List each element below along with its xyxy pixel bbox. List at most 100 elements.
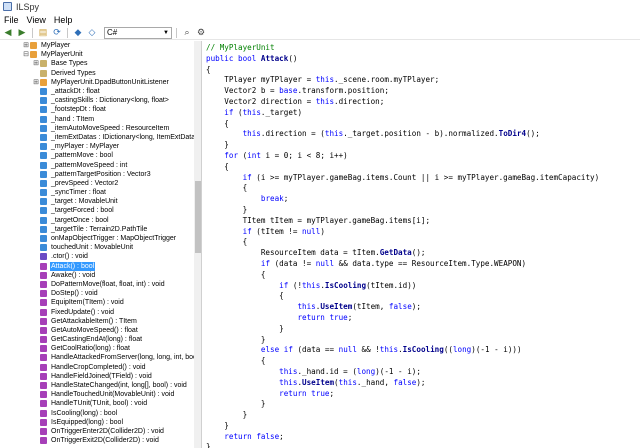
tree-item[interactable]: GetAttackableItem() : TItem (0, 317, 194, 326)
tree-item[interactable]: HandleFieldJoined(TField) : void (0, 372, 194, 381)
tree-item[interactable]: ⊞ MyPlayerUnit.DpadButtonUnitListener (0, 78, 194, 87)
tree-item[interactable]: _targetOnce : bool (0, 216, 194, 225)
tree-item[interactable]: HandleTUnit(TUnit, bool) : void (0, 399, 194, 408)
code-token: Vector2 direction = (206, 96, 316, 106)
tree-item-label: HandleStateChanged(int, long[], bool) : … (51, 382, 187, 390)
language-select[interactable]: C# ▼ (104, 26, 172, 39)
code-token: (); (411, 248, 426, 258)
code-line: { (206, 119, 640, 130)
code-token: this (324, 129, 344, 139)
code-token: ); (416, 377, 426, 387)
assembly-tree[interactable]: ⊞ MyPlayer ⊟ MyPlayerUnit ⊞ Base Types Derived… (0, 41, 202, 448)
menu-view[interactable]: View (27, 15, 46, 25)
tree-item[interactable]: onMapObjectTrigger : MapObjectTrigger (0, 234, 194, 243)
method-icon (40, 427, 47, 435)
tree-item[interactable]: _castingSkills : Dictionary<long, float> (0, 96, 194, 105)
method-icon (40, 391, 47, 399)
tree-item[interactable]: Awake() : void (0, 271, 194, 280)
tree-item[interactable]: ⊟ MyPlayerUnit (0, 50, 194, 59)
tree-item[interactable]: Derived Types (0, 69, 194, 78)
field-icon (40, 198, 47, 206)
tree-item[interactable]: _myPlayer : MyPlayer (0, 142, 194, 151)
code-line: this.direction = (this._target.position … (206, 129, 640, 140)
code-token: if (283, 345, 293, 355)
expand-icon[interactable]: ⊞ (32, 78, 40, 87)
tree-item[interactable]: OnTriggerExit2D(Collider2D) : void (0, 436, 194, 445)
menu-help[interactable]: Help (54, 15, 73, 25)
code-line: { (206, 270, 640, 281)
search-button[interactable]: ⌕ (181, 27, 193, 39)
tree-item[interactable]: _prevSpeed : Vector2 (0, 179, 194, 188)
show-private-button[interactable]: ◇ (86, 27, 98, 39)
back-button[interactable]: ◀ (2, 27, 14, 39)
tree-item-label: Derived Types (51, 69, 96, 77)
tree-item[interactable]: DoPatternMove(float, float, int) : void (0, 280, 194, 289)
forward-button[interactable]: ▶ (16, 27, 28, 39)
tree-item-label: IsCooling(long) : bool (51, 409, 118, 417)
tree-item[interactable]: HandleCropCompleted() : void (0, 363, 194, 372)
code-token: if (242, 172, 252, 182)
tree-item-label: _patternMove : bool (51, 152, 113, 160)
tree-item[interactable]: GetCoolRatio(long) : float (0, 344, 194, 353)
scrollbar-thumb[interactable] (195, 181, 201, 253)
tree-scrollbar[interactable] (194, 41, 201, 448)
tree-item[interactable]: .ctor() : void (0, 252, 194, 261)
menu-bar: File View Help (0, 13, 640, 26)
open-button[interactable]: ▤ (37, 27, 49, 39)
code-token: this (297, 302, 316, 312)
tree-item[interactable]: GetCastingEndAt(long) : float (0, 335, 194, 344)
tree-item[interactable]: GetAutoMoveSpeed() : float (0, 326, 194, 335)
tree-item[interactable]: DoStep() : void (0, 289, 194, 298)
tree-item[interactable]: OnTriggerEnter2D(Collider2D) : void (0, 427, 194, 436)
tree-item[interactable]: HandleStateChanged(int, long[], bool) : … (0, 381, 194, 390)
code-token: // MyPlayerUnit (206, 43, 275, 52)
code-token: this (338, 377, 357, 387)
tree-item[interactable]: Attack() : bool (0, 261, 194, 271)
tree-item[interactable]: _targetForced : bool (0, 206, 194, 215)
tree-item[interactable]: _patternMoveSpeed : int (0, 160, 194, 169)
tree-item[interactable]: ⊞ Base Types (0, 59, 194, 68)
reload-button[interactable]: ⟳ (51, 27, 63, 39)
tree-item[interactable]: _itemExtDatas : IDictionary<long, ItemEx… (0, 133, 199, 142)
tree-item[interactable]: ⊞ MyPlayer (0, 41, 194, 50)
code-token: .direction = ( (260, 129, 325, 139)
method-icon (40, 363, 47, 371)
method-icon (40, 336, 47, 344)
expand-icon[interactable]: ⊞ (22, 41, 30, 50)
menu-file[interactable]: File (4, 15, 19, 25)
tree-item[interactable]: FixedUpdate() : void (0, 307, 194, 316)
code-line: if (data != null && data.type == Resourc… (206, 259, 640, 270)
expand-icon[interactable]: ⊞ (32, 59, 40, 68)
tree-item[interactable]: _targetTile : Terrain2D.PathTile (0, 225, 194, 234)
tree-item[interactable]: _attackDt : float (0, 87, 194, 96)
code-token: this (242, 107, 261, 117)
code-token: ; (347, 312, 353, 322)
tree-item-label: _myPlayer : MyPlayer (51, 143, 120, 151)
tree-item[interactable]: EquipItem(TItem) : void (0, 298, 194, 307)
tree-item[interactable]: _footstepDt : float (0, 105, 194, 114)
tree-item[interactable]: _syncTimer : float (0, 188, 194, 197)
tree-item[interactable]: _target : MovableUnit (0, 197, 194, 206)
tree-item[interactable]: IsEquipped(long) : bool (0, 418, 194, 427)
tree-item[interactable]: _patternTargetPosition : Vector3 (0, 170, 194, 179)
decompiled-code: // MyPlayerUnit public bool Attack(){ TPl… (203, 41, 640, 448)
tree-item-label: _attackDt : float (51, 88, 100, 96)
show-internal-button[interactable]: ◆ (72, 27, 84, 39)
code-line: public bool Attack() (206, 54, 640, 65)
tree-item[interactable]: HandleTouchedUnit(MovableUnit) : void (0, 390, 194, 399)
tree-item-label: HandleTouchedUnit(MovableUnit) : void (51, 391, 175, 399)
tree-item[interactable]: IsCooling(long) : bool (0, 409, 194, 418)
tree-item[interactable]: _patternMove : bool (0, 151, 194, 160)
code-token: GetData (379, 248, 412, 258)
options-button[interactable]: ⚙ (195, 27, 207, 39)
tree-item[interactable]: touchedUnit : MovableUnit (0, 243, 194, 252)
tree-item[interactable]: _hand : TItem (0, 115, 194, 124)
code-line: { (206, 65, 640, 76)
code-line: } (206, 410, 640, 421)
tree-item[interactable]: _itemAutoMoveSpeed : ResourceItem (0, 124, 194, 133)
collapse-icon[interactable]: ⊟ (22, 50, 30, 59)
code-token: } (206, 204, 248, 214)
tree-item[interactable]: HandleAttackedFromServer(long, long, int… (0, 353, 198, 362)
code-view[interactable]: // MyPlayerUnit public bool Attack(){ TPl… (203, 41, 640, 448)
